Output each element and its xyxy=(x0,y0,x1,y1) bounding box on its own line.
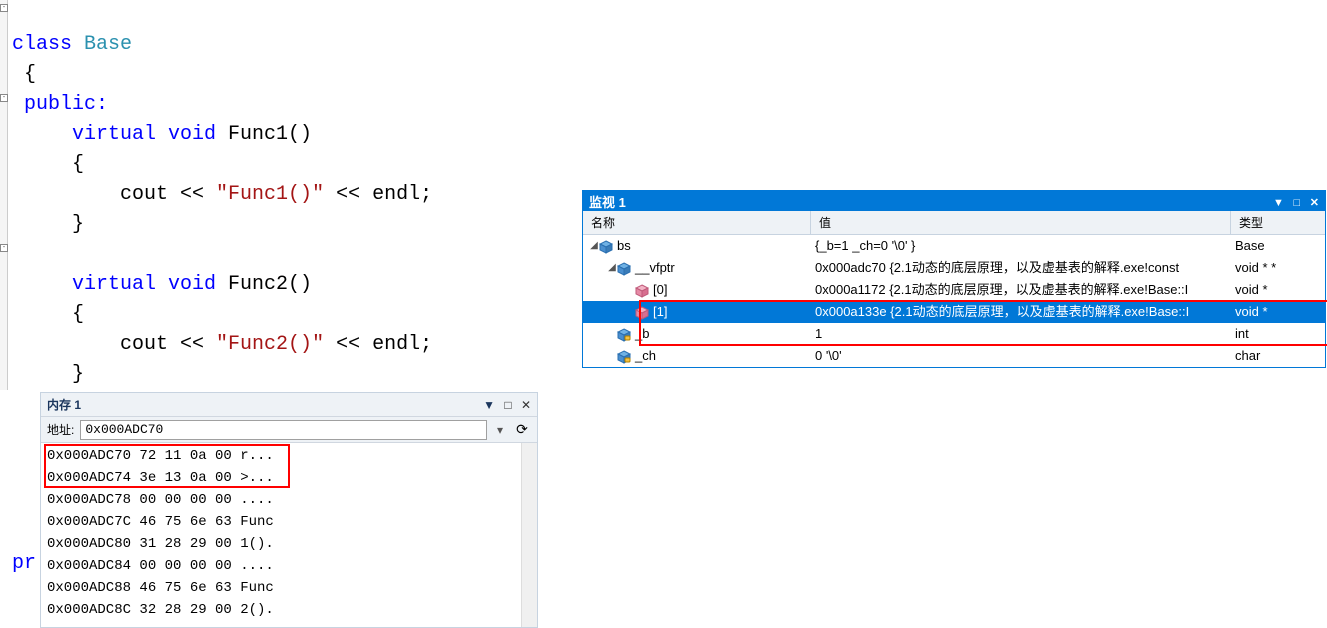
memory-row[interactable]: 0x000ADC84 00 00 00 00 .... xyxy=(47,555,531,577)
dropdown-icon[interactable]: ▼ xyxy=(483,398,495,412)
header-value[interactable]: 值 xyxy=(811,211,1231,234)
watch-row[interactable]: ◢ __vfptr 0x000adc70 {2.1动态的底层原理，以及虚基表的解释.… xyxy=(583,257,1325,279)
string-literal: "Func1()" xyxy=(216,183,324,206)
keyword-class: class xyxy=(12,33,72,56)
variable-name: __vfptr xyxy=(635,257,675,279)
variable-type: void * xyxy=(1231,301,1325,323)
code-line: } xyxy=(12,213,84,236)
variable-name: [0] xyxy=(653,279,667,301)
variable-cube-icon xyxy=(617,349,631,363)
memory-row[interactable]: 0x000ADC78 00 00 00 00 .... xyxy=(47,489,531,511)
watch-panel: 监视 1 ▼ □ ✕ 名称 值 类型 ◢bs{_b=1 _ch=0 '\0' }… xyxy=(582,190,1326,368)
code-line: { xyxy=(12,63,36,86)
variable-value: {_b=1 _ch=0 '\0' } xyxy=(811,235,1231,257)
memory-window-controls: ▼ □ ✕ xyxy=(477,398,531,412)
watch-window-controls: ▼ □ ✕ xyxy=(1267,194,1319,209)
memory-address-bar: 地址: ▾ ⟳ xyxy=(41,417,537,443)
string-literal: "Func2()" xyxy=(216,333,324,356)
address-label: 地址: xyxy=(47,421,74,438)
header-name[interactable]: 名称 xyxy=(583,211,811,234)
memory-row[interactable]: 0x000ADC80 31 28 29 00 1(). xyxy=(47,533,531,555)
memory-panel: 内存 1 ▼ □ ✕ 地址: ▾ ⟳ 0x000ADC70 72 11 0a 0… xyxy=(40,392,538,628)
address-dropdown-icon[interactable]: ▾ xyxy=(493,423,507,437)
keyword-virtual: virtual xyxy=(12,273,156,296)
variable-type: void * * xyxy=(1231,257,1325,279)
scrollbar[interactable] xyxy=(521,443,537,627)
func-decl: Func1() xyxy=(216,123,312,146)
keyword-virtual: virtual xyxy=(12,123,156,146)
variable-type: char xyxy=(1231,345,1325,367)
watch-row[interactable]: _b 1int xyxy=(583,323,1325,345)
variable-type: Base xyxy=(1231,235,1325,257)
func-decl: Func2() xyxy=(216,273,312,296)
memory-row[interactable]: 0x000ADC74 3e 13 0a 00 >... xyxy=(47,467,531,489)
code-editor[interactable]: - - - class Base { public: virtual void … xyxy=(0,0,540,390)
variable-cube-icon xyxy=(635,305,649,319)
refresh-icon[interactable]: ⟳ xyxy=(513,421,531,438)
watch-row[interactable]: [0] 0x000a1172 {2.1动态的底层原理，以及虚基表的解释.exe!B… xyxy=(583,279,1325,301)
memory-hex-view[interactable]: 0x000ADC70 72 11 0a 00 r...0x000ADC74 3e… xyxy=(41,443,537,627)
address-input[interactable] xyxy=(80,420,487,440)
code-line: cout << xyxy=(12,183,216,206)
header-type[interactable]: 类型 xyxy=(1231,211,1325,234)
variable-name: _ch xyxy=(635,345,656,367)
maximize-icon[interactable]: □ xyxy=(504,398,511,412)
expand-icon[interactable]: ◢ xyxy=(589,235,599,257)
variable-value: 0x000a1172 {2.1动态的底层原理，以及虚基表的解释.exe!Base… xyxy=(811,279,1231,301)
variable-value: 0x000adc70 {2.1动态的底层原理，以及虚基表的解释.exe!cons… xyxy=(811,257,1231,279)
watch-header-row: 名称 值 类型 xyxy=(583,211,1325,235)
keyword-public: public: xyxy=(12,93,108,116)
variable-name: [1] xyxy=(653,301,667,323)
type-name: Base xyxy=(72,33,132,56)
variable-cube-icon xyxy=(599,239,613,253)
fold-marker-icon[interactable]: - xyxy=(0,244,8,252)
memory-title: 内存 1 xyxy=(47,396,477,413)
fold-gutter: - - - xyxy=(0,0,8,390)
variable-cube-icon xyxy=(617,261,631,275)
watch-title: 监视 1 xyxy=(589,192,1267,211)
memory-row[interactable]: 0x000ADC88 46 75 6e 63 Func xyxy=(47,577,531,599)
variable-value: 1 xyxy=(811,323,1231,345)
maximize-icon[interactable]: □ xyxy=(1294,197,1301,209)
dropdown-icon[interactable]: ▼ xyxy=(1273,197,1284,209)
variable-value: 0x000a133e {2.1动态的底层原理，以及虚基表的解释.exe!Base… xyxy=(811,301,1231,323)
close-icon[interactable]: ✕ xyxy=(1310,197,1319,209)
code-line: << endl; xyxy=(324,333,432,356)
code-line: { xyxy=(12,303,84,326)
keyword-void: void xyxy=(156,273,216,296)
close-icon[interactable]: ✕ xyxy=(521,398,531,412)
code-line: << endl; xyxy=(324,183,432,206)
variable-type: int xyxy=(1231,323,1325,345)
variable-cube-icon xyxy=(617,327,631,341)
keyword-fragment: pr xyxy=(12,552,36,575)
code-line: } xyxy=(12,363,84,386)
memory-row[interactable]: 0x000ADC70 72 11 0a 00 r... xyxy=(47,445,531,467)
memory-title-bar[interactable]: 内存 1 ▼ □ ✕ xyxy=(41,393,537,417)
watch-title-bar[interactable]: 监视 1 ▼ □ ✕ xyxy=(583,191,1325,211)
variable-type: void * xyxy=(1231,279,1325,301)
expand-icon[interactable]: ◢ xyxy=(607,257,617,279)
memory-row[interactable]: 0x000ADC8C 32 28 29 00 2(). xyxy=(47,599,531,621)
fold-marker-icon[interactable]: - xyxy=(0,94,8,102)
code-line: cout << xyxy=(12,333,216,356)
code-text: class Base { public: virtual void Func1(… xyxy=(12,0,432,420)
fold-marker-icon[interactable]: - xyxy=(0,4,8,12)
watch-row[interactable]: [1] 0x000a133e {2.1动态的底层原理，以及虚基表的解释.exe!B… xyxy=(583,301,1325,323)
code-line: { xyxy=(12,153,84,176)
variable-cube-icon xyxy=(635,283,649,297)
watch-row[interactable]: _ch 0 '\0'char xyxy=(583,345,1325,367)
watch-row[interactable]: ◢ bs {_b=1 _ch=0 '\0' }Base xyxy=(583,235,1325,257)
variable-name: _b xyxy=(635,323,649,345)
keyword-void: void xyxy=(156,123,216,146)
memory-row[interactable]: 0x000ADC7C 46 75 6e 63 Func xyxy=(47,511,531,533)
variable-name: bs xyxy=(617,235,631,257)
variable-value: 0 '\0' xyxy=(811,345,1231,367)
